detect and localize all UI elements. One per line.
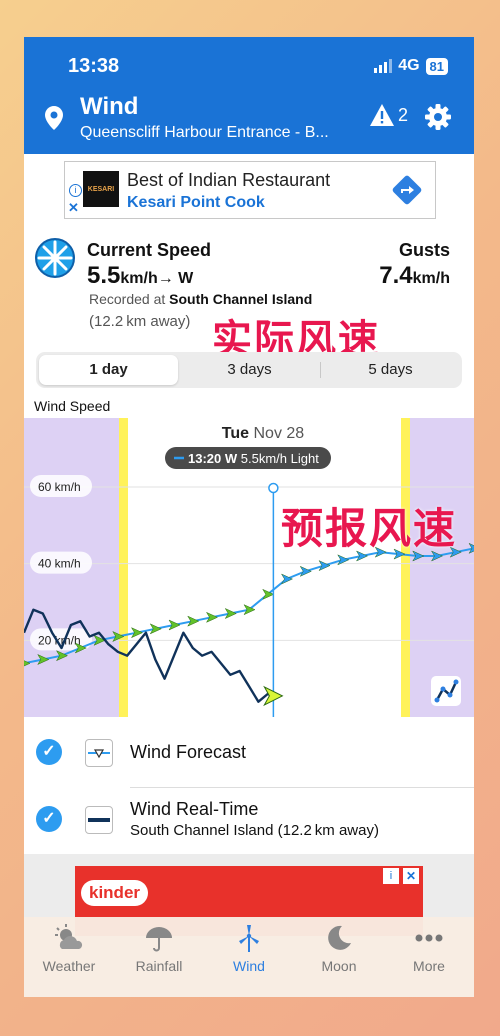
moon-icon: [328, 925, 351, 950]
status-time: 13:38: [68, 55, 120, 77]
svg-text:13:20 W 5.5km/h Light: 13:20 W 5.5km/h Light: [188, 451, 319, 466]
tab-more[interactable]: More: [384, 917, 474, 997]
legend-label: Wind Forecast: [130, 742, 247, 762]
ad-close-icon[interactable]: ✕: [68, 200, 79, 216]
tab-1-day[interactable]: 1 day: [39, 355, 178, 385]
ad-title: Best of Indian Restaurant: [127, 170, 331, 190]
weather-icon: [55, 924, 83, 949]
status-indicators: 4G 81: [374, 57, 448, 75]
twilight-band-right: [401, 418, 410, 717]
ad-close-icon[interactable]: ✕: [403, 868, 419, 884]
umbrella-icon: [146, 927, 172, 952]
signal-icon: [374, 59, 393, 73]
cursor-clock-icon: [268, 482, 279, 494]
wind-direction: → W: [157, 270, 194, 287]
y-tick-label: 40 km/h: [38, 557, 81, 571]
tab-3-days[interactable]: 3 days: [180, 355, 319, 385]
tab-wind[interactable]: Wind: [204, 917, 294, 997]
ad-info-icon[interactable]: i: [383, 868, 399, 884]
gusts-label: Gusts: [398, 240, 450, 260]
ad-brand: kinder: [81, 880, 149, 906]
chart-date-label: Tue Nov 28: [222, 425, 305, 442]
realtime-line-icon: [85, 806, 113, 834]
recorded-at: Recorded at South Channel Island: [89, 291, 313, 307]
ad-info-icon[interactable]: i: [69, 184, 82, 197]
banner-ad[interactable]: i ✕ KESARI Best of Indian Restaurant Kes…: [64, 161, 436, 219]
range-segmented-control: 1 day 3 days 5 days: [36, 352, 462, 388]
location-pin-icon[interactable]: [44, 105, 64, 136]
tab-rainfall[interactable]: Rainfall: [114, 917, 204, 997]
directions-arrow-icon[interactable]: [391, 174, 423, 211]
legend-sublabel: South Channel Island (12.2 km away): [130, 822, 379, 839]
current-speed-value: 5.5km/h→ W: [87, 262, 194, 289]
cursor-tooltip: 13:20 W 5.5km/h Light: [165, 447, 331, 469]
checkmark-icon[interactable]: ✓: [36, 806, 62, 832]
gear-icon[interactable]: [424, 103, 452, 136]
current-speed-label: Current Speed: [87, 240, 212, 260]
wind-speed-chart[interactable]: 60 km/h40 km/h20 km/h Tue Nov 28 13:20 W…: [24, 418, 474, 717]
tab-5-days[interactable]: 5 days: [321, 355, 460, 385]
ad-subtitle: Kesari Point Cook: [127, 194, 265, 211]
legend-wind-forecast[interactable]: ✓ Wind Forecast: [24, 718, 474, 784]
chart-type-toggle[interactable]: [431, 676, 461, 706]
page-title: Wind: [80, 93, 139, 120]
forecast-line-icon: [85, 739, 113, 767]
night-band-right: [410, 418, 474, 717]
station-distance: (12.2 km away): [89, 313, 191, 330]
phone-screen: 13:38 4G 81 Wind Queenscliff Harbour Ent…: [24, 37, 474, 997]
warning-icon: [370, 104, 394, 126]
legend-label: Wind Real-Time: [130, 799, 259, 819]
twilight-band-left: [119, 418, 128, 717]
wind-compass-icon: [34, 237, 76, 284]
network-label: 4G: [398, 57, 420, 74]
gusts-value: 7.4km/h: [379, 262, 450, 289]
bottom-tab-bar: Weather Rainfall Wind Moon More: [24, 917, 474, 997]
checkmark-icon[interactable]: ✓: [36, 739, 62, 765]
legend-divider: [130, 787, 474, 788]
tab-weather[interactable]: Weather: [24, 917, 114, 997]
legend-wind-realtime[interactable]: ✓ Wind Real-Time South Channel Island (1…: [24, 789, 474, 855]
location-name[interactable]: Queenscliff Harbour Entrance - B...: [80, 124, 370, 142]
wind-turbine-icon: [239, 925, 259, 952]
alerts-button[interactable]: 2: [369, 103, 408, 127]
tab-moon[interactable]: Moon: [294, 917, 384, 997]
y-tick-label: 60 km/h: [38, 480, 81, 494]
annotation-forecast-speed: 预报风速: [281, 504, 458, 553]
more-dots-icon: [415, 934, 443, 942]
app-header: 13:38 4G 81 Wind Queenscliff Harbour Ent…: [24, 37, 474, 154]
ad-logo: KESARI: [83, 171, 119, 207]
chart-label: Wind Speed: [34, 398, 111, 414]
battery-icon: 81: [425, 57, 448, 75]
alert-count: 2: [398, 104, 409, 125]
